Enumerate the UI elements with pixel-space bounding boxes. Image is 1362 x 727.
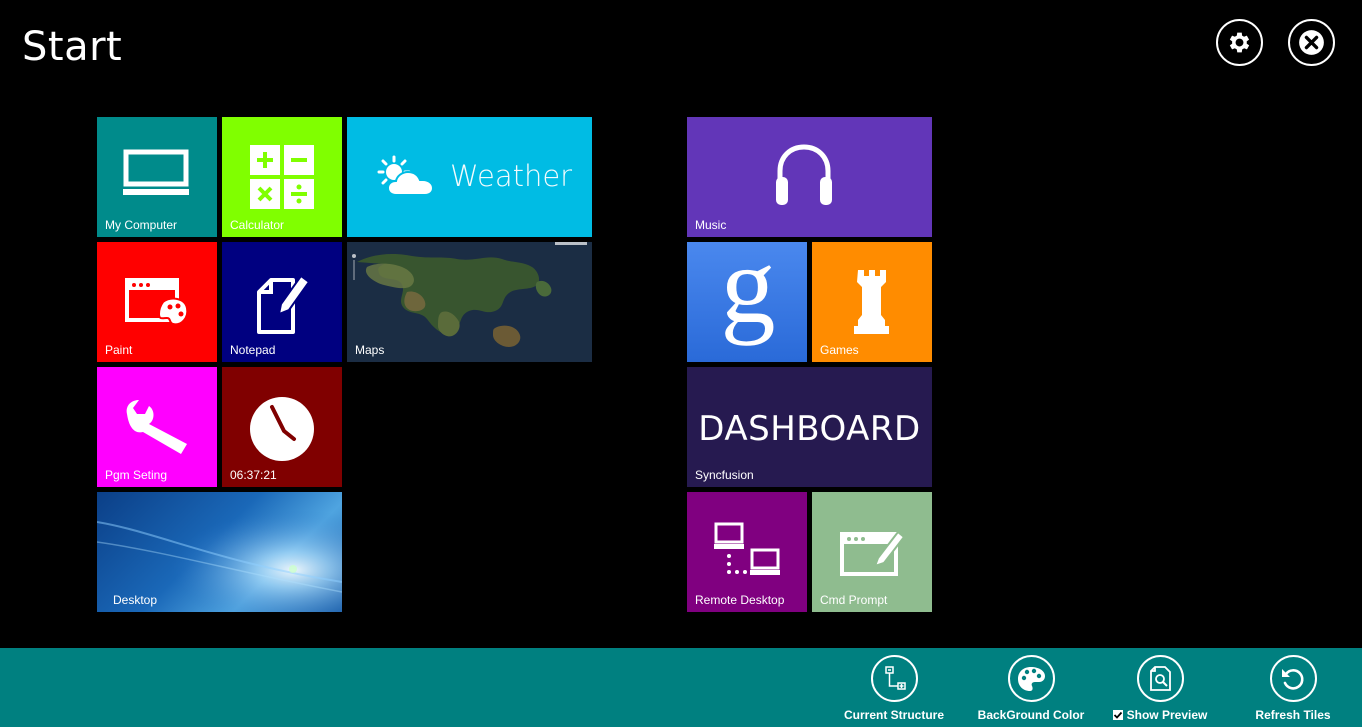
checkmark-icon [1113,711,1122,719]
background-color-circle [1007,655,1055,702]
tile-weather[interactable]: Weather [347,117,592,237]
close-icon [1299,30,1324,55]
refresh-icon [1282,668,1304,690]
close-button[interactable] [1288,19,1335,66]
tile-calculator[interactable]: Calculator [222,117,342,237]
settings-button[interactable] [1216,19,1263,66]
svg-text:g: g [721,250,776,346]
page-title: Start [22,24,123,70]
refresh-tiles-label: Refresh Tiles [1255,708,1331,722]
tile-notepad[interactable]: Notepad [222,242,342,362]
cmd-prompt-icon [840,530,906,576]
tile-label: Maps [355,343,385,357]
tile-label: My Computer [105,218,178,232]
tile-label: Remote Desktop [695,593,785,607]
show-preview-label-row: Show Preview [1112,708,1208,722]
current-structure-button[interactable]: Current Structure [844,655,944,722]
wrench-icon [126,400,187,454]
remote-desktop-icon [714,522,780,575]
preview-icon [1150,665,1171,691]
tile-label: Desktop [113,593,158,607]
google-icon: g [721,250,776,346]
tile-paint[interactable]: Paint [97,242,217,362]
calculator-icon [250,145,314,209]
current-structure-label: Current Structure [844,708,945,722]
show-preview-checkbox[interactable] [1112,710,1123,720]
weather-icon [377,155,435,196]
current-structure-circle [870,655,918,702]
background-color-label: BackGround Color [977,708,1085,722]
show-preview-circle [1136,655,1184,702]
tile-pgm-seting[interactable]: Pgm Seting [97,367,217,487]
palette-icon [1018,666,1045,691]
bottom-app-bar: Current Structure BackGround Color Show … [0,648,1362,727]
tile-label: 06:37:21 [230,468,277,482]
tile-label: Syncfusion [695,468,754,482]
monitor-icon [123,149,189,195]
show-preview-label: Show Preview [1126,708,1208,722]
paint-icon [125,278,189,326]
tile-my-computer[interactable]: My Computer [97,117,217,237]
refresh-tiles-circle [1269,655,1317,702]
tile-label: Pgm Seting [105,468,168,482]
tile-clock[interactable]: 06:37:21 [222,367,342,487]
structure-icon [885,665,906,690]
background-color-button[interactable]: BackGround Color [976,655,1086,722]
show-preview-button[interactable]: Show Preview [1110,655,1210,722]
tile-maps[interactable]: Maps [347,242,592,362]
clock-icon [250,397,314,461]
refresh-tiles-button[interactable]: Refresh Tiles [1248,655,1338,722]
tile-label: Games [820,343,859,357]
notepad-icon [257,274,311,334]
weather-title: Weather [450,159,573,193]
tile-cmd-prompt[interactable]: Cmd Prompt [812,492,932,612]
dashboard-title: DASHBOARD [698,409,921,449]
tile-music[interactable]: Music [687,117,932,237]
tile-syncfusion[interactable]: DASHBOARD Syncfusion [687,367,932,487]
gear-icon [1229,32,1250,53]
headphones-icon [776,144,832,205]
tile-google[interactable]: g [687,242,807,362]
tile-remote-desktop[interactable]: Remote Desktop [687,492,807,612]
tile-label: Calculator [230,218,285,232]
tile-label: Paint [105,343,133,357]
tile-games[interactable]: Games [812,242,932,362]
tile-label: Notepad [230,343,276,357]
tile-desktop[interactable]: Desktop [97,492,342,612]
tile-label: Music [695,218,727,232]
tile-label: Cmd Prompt [820,593,888,607]
chess-rook-icon [854,270,889,334]
